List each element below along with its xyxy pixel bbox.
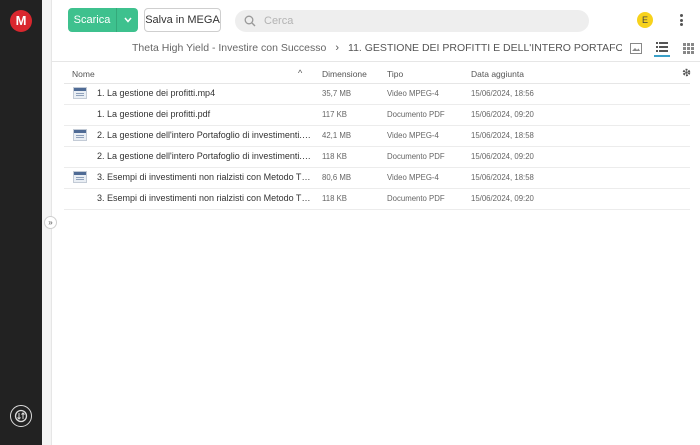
table-row[interactable]: 3. Esempi di investimenti non rialzisti … <box>64 189 690 210</box>
table-row[interactable]: 1. La gestione dei profitti.mp4 35,7 MB Vi… <box>64 84 690 105</box>
more-menu-icon[interactable] <box>674 12 688 28</box>
table-header: Nome ^ Dimensione Tipo Data aggiunta <box>52 64 700 84</box>
file-name[interactable]: 3. Esempi di investimenti non rialzisti … <box>97 193 311 203</box>
file-name[interactable]: 1. La gestione dei profitti.pdf <box>97 109 311 119</box>
file-name[interactable]: 2. La gestione dell'intero Portafoglio d… <box>97 151 311 161</box>
file-type: Video MPEG-4 <box>387 173 439 182</box>
divider <box>52 61 700 62</box>
file-date: 15/06/2024, 18:58 <box>471 131 534 140</box>
table-row[interactable]: 3. Esempi di investimenti non rialzisti … <box>64 168 690 189</box>
table-row[interactable]: 2. La gestione dell'intero Portafoglio d… <box>64 147 690 168</box>
search-icon <box>244 15 256 27</box>
file-name[interactable]: 3. Esempi di investimenti non rialzisti … <box>97 172 311 182</box>
file-type: Documento PDF <box>387 194 445 203</box>
chevron-down-icon[interactable] <box>117 15 138 26</box>
file-size: 42,1 MB <box>322 131 352 140</box>
file-date: 15/06/2024, 18:58 <box>471 173 534 182</box>
column-header-name[interactable]: Nome <box>72 69 95 79</box>
file-type: Documento PDF <box>387 152 445 161</box>
file-date: 15/06/2024, 09:20 <box>471 152 534 161</box>
table-row[interactable]: 1. La gestione dei profitti.pdf 117 KB Doc… <box>64 105 690 126</box>
gear-icon[interactable] <box>681 67 692 80</box>
file-size: 118 KB <box>322 152 347 161</box>
search-bar[interactable] <box>235 10 589 32</box>
file-list: 1. La gestione dei profitti.mp4 35,7 MB Vi… <box>52 84 700 210</box>
sort-ascending-icon[interactable]: ^ <box>298 68 302 78</box>
video-thumbnail <box>73 129 87 141</box>
avatar[interactable]: E <box>637 12 653 28</box>
table-row[interactable]: 2. La gestione dell'intero Portafoglio d… <box>64 126 690 147</box>
file-type: Documento PDF <box>387 110 445 119</box>
video-thumbnail <box>73 171 87 183</box>
left-rail: M <box>0 0 42 445</box>
main-content: Scarica Salva in MEGA E Theta High Yield… <box>52 0 700 445</box>
file-date: 15/06/2024, 09:20 <box>471 110 534 119</box>
file-type: Video MPEG-4 <box>387 131 439 140</box>
file-name[interactable]: 2. La gestione dell'intero Portafoglio d… <box>97 130 311 140</box>
save-to-mega-button[interactable]: Salva in MEGA <box>144 8 221 32</box>
file-size: 118 KB <box>322 194 347 203</box>
mega-logo[interactable]: M <box>10 10 32 32</box>
transfers-icon[interactable] <box>10 405 32 427</box>
search-input[interactable] <box>264 15 564 27</box>
column-header-type[interactable]: Tipo <box>387 69 403 79</box>
column-header-date[interactable]: Data aggiunta <box>471 69 524 79</box>
breadcrumb-parent[interactable]: Theta High Yield - Investire con Success… <box>132 42 326 54</box>
list-view-icon[interactable] <box>654 39 670 57</box>
file-name[interactable]: 1. La gestione dei profitti.mp4 <box>97 88 311 98</box>
column-header-size[interactable]: Dimensione <box>322 69 367 79</box>
grid-view-icon[interactable] <box>680 39 696 57</box>
breadcrumb: Theta High Yield - Investire con Success… <box>132 41 622 55</box>
download-button[interactable]: Scarica <box>68 8 138 32</box>
download-button-label: Scarica <box>73 14 111 26</box>
video-thumbnail <box>73 87 87 99</box>
file-size: 117 KB <box>322 110 347 119</box>
file-size: 80,6 MB <box>322 173 352 182</box>
file-size: 35,7 MB <box>322 89 352 98</box>
file-date: 15/06/2024, 09:20 <box>471 194 534 203</box>
breadcrumb-current: 11. GESTIONE DEI PROFITTI E DELL'INTERO … <box>348 42 622 54</box>
file-date: 15/06/2024, 18:56 <box>471 89 534 98</box>
chevron-right-icon: › <box>335 42 340 54</box>
file-type: Video MPEG-4 <box>387 89 439 98</box>
view-mode-switcher <box>628 39 696 57</box>
thumbnail-view-icon[interactable] <box>628 39 644 57</box>
